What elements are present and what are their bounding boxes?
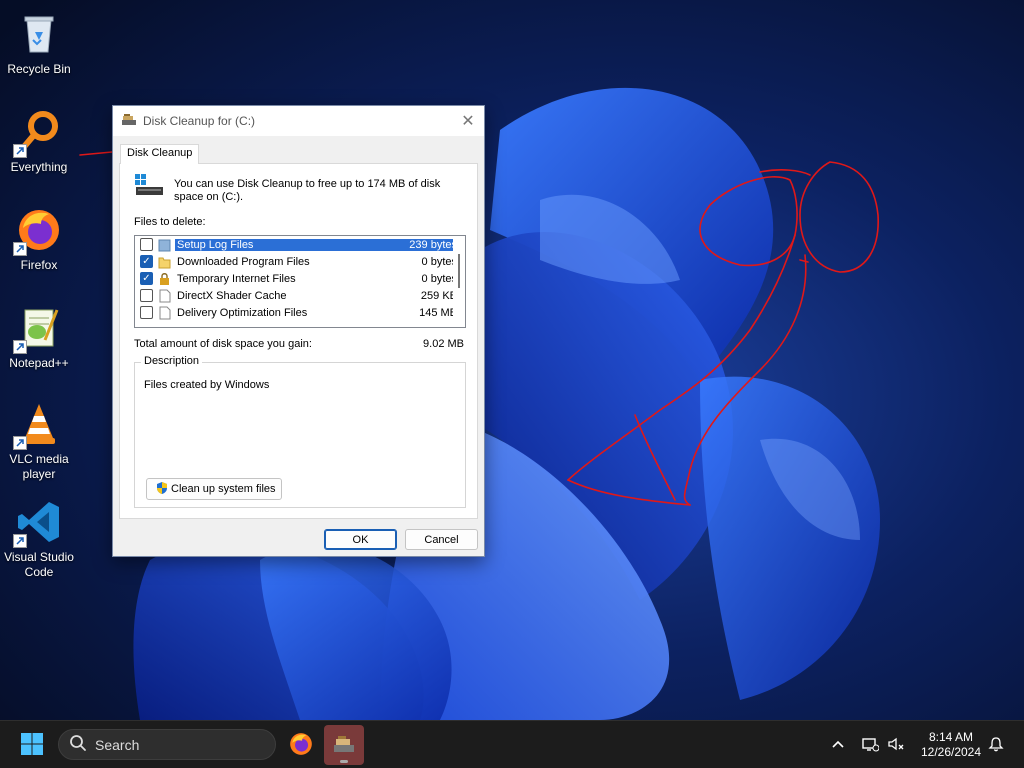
everything-search-icon [13, 108, 63, 158]
dialog-title: Disk Cleanup for (C:) [143, 114, 256, 128]
close-icon: ✕ [461, 113, 475, 130]
desktop-icon-label: VLC media player [9, 452, 69, 481]
file-name: Downloaded Program Files [177, 255, 310, 268]
file-name: Setup Log Files [175, 238, 397, 251]
description-group: Description Files created by Windows Cle… [134, 355, 466, 508]
uac-shield-icon [155, 481, 169, 498]
tab-panel: You can use Disk Cleanup to free up to 1… [119, 163, 478, 519]
taskbar-clock[interactable]: 8:14 AM 12/26/2024 [916, 730, 986, 760]
files-to-delete-label: Files to delete: [134, 216, 206, 228]
search-icon [69, 734, 87, 755]
firefox-icon [13, 206, 63, 256]
checkbox[interactable] [140, 238, 153, 251]
drive-icon [134, 172, 164, 201]
file-size: 0 bytes [421, 272, 457, 285]
speaker-muted-icon [887, 736, 905, 755]
desktop-icon-vlc[interactable]: VLC media player [2, 396, 76, 486]
file-name: DirectX Shader Cache [177, 289, 287, 302]
notepadpp-icon [13, 304, 63, 354]
close-button[interactable]: ✕ [452, 106, 484, 136]
file-row-temporary-internet-files[interactable]: ✓ Temporary Internet Files 0 bytes [135, 270, 465, 287]
desktop-icon-vscode[interactable]: Visual Studio Code [2, 494, 76, 584]
file-name: Temporary Internet Files [177, 272, 296, 285]
desktop-icon-label: Visual Studio Code [4, 550, 74, 579]
bell-icon [988, 736, 1004, 755]
clock-time: 8:14 AM [928, 730, 974, 744]
file-row-delivery-optimization-files[interactable]: Delivery Optimization Files 145 MB [135, 304, 465, 321]
shortcut-arrow-icon [13, 340, 27, 354]
vlc-icon [13, 400, 63, 450]
file-name: Delivery Optimization Files [177, 306, 308, 319]
file-row-directx-shader-cache[interactable]: DirectX Shader Cache 259 KB [135, 287, 465, 304]
total-space-value: 9.02 MB [423, 338, 464, 350]
taskbar-firefox[interactable] [281, 725, 321, 765]
taskbar-search-box[interactable]: Search [58, 729, 276, 760]
file-size: 145 MB [419, 306, 457, 319]
folder-icon [158, 238, 171, 252]
file-size: 0 bytes [421, 255, 457, 268]
cancel-button[interactable]: Cancel [405, 529, 478, 550]
checkbox[interactable] [140, 289, 153, 302]
description-label: Description [141, 355, 203, 367]
chevron-up-icon [831, 739, 845, 752]
document-icon [158, 289, 171, 303]
windows-logo-icon [20, 732, 44, 759]
desktop-icon-recycle-bin[interactable]: Recycle Bin [2, 6, 76, 96]
intro-row: You can use Disk Cleanup to free up to 1… [134, 172, 459, 204]
taskbar-disk-cleanup[interactable] [324, 725, 364, 765]
network-status-button[interactable] [860, 735, 880, 755]
checkbox[interactable]: ✓ [140, 272, 153, 285]
tab-disk-cleanup[interactable]: Disk Cleanup [120, 144, 200, 164]
disk-cleanup-icon [332, 733, 356, 758]
recycle-bin-icon [15, 10, 63, 58]
desktop-icon-firefox[interactable]: Firefox [2, 202, 76, 292]
dialog-titlebar[interactable]: Disk Cleanup for (C:) ✕ [113, 106, 484, 136]
show-hidden-icons-button[interactable] [828, 735, 848, 755]
tab-strip: Disk Cleanup [113, 136, 484, 164]
clean-up-system-files-label: Clean up system files [171, 483, 276, 495]
desktop-icon-notepadpp[interactable]: Notepad++ [2, 300, 76, 390]
total-space-row: Total amount of disk space you gain: 9.0… [134, 338, 464, 350]
network-icon [861, 736, 880, 755]
ok-button[interactable]: OK [324, 529, 397, 550]
document-icon [158, 306, 171, 320]
volume-button[interactable] [886, 735, 906, 755]
file-size: 239 bytes [397, 238, 457, 251]
file-row-downloaded-program-files[interactable]: ✓ Downloaded Program Files 0 bytes [135, 253, 465, 270]
search-label: Search [95, 736, 140, 753]
shortcut-arrow-icon [13, 242, 27, 256]
vscode-icon [13, 498, 63, 548]
notifications-button[interactable] [986, 735, 1006, 755]
shortcut-arrow-icon [13, 534, 27, 548]
desktop-icon-everything[interactable]: Everything [2, 104, 76, 194]
disk-cleanup-icon [121, 113, 137, 130]
description-text: Files created by Windows [144, 379, 270, 391]
firefox-icon [288, 731, 314, 760]
total-space-label: Total amount of disk space you gain: [134, 338, 312, 350]
active-indicator [340, 760, 348, 763]
lock-icon [158, 272, 171, 286]
folder-icon [158, 255, 171, 269]
shortcut-arrow-icon [13, 144, 27, 158]
list-scrollbar[interactable] [453, 236, 465, 327]
clock-date: 12/26/2024 [920, 745, 982, 759]
scrollbar-thumb[interactable] [458, 254, 460, 288]
desktop-icon-label: Notepad++ [9, 356, 69, 370]
shortcut-arrow-icon [13, 436, 27, 450]
file-row-setup-log-files[interactable]: Setup Log Files 239 bytes [135, 236, 465, 253]
desktop-icon-label: Recycle Bin [7, 62, 71, 76]
start-button[interactable] [12, 729, 52, 761]
checkbox[interactable] [140, 306, 153, 319]
intro-text: You can use Disk Cleanup to free up to 1… [174, 178, 441, 203]
checkbox[interactable]: ✓ [140, 255, 153, 268]
files-to-delete-list[interactable]: Setup Log Files 239 bytes ✓ Downloaded P… [134, 235, 466, 328]
file-size: 259 KB [420, 289, 457, 302]
disk-cleanup-dialog: Disk Cleanup for (C:) ✕ Disk Cleanup You… [112, 105, 485, 557]
desktop-icon-label: Everything [10, 160, 68, 174]
clean-up-system-files-button[interactable]: Clean up system files [146, 478, 282, 500]
desktop-icon-label: Firefox [20, 258, 58, 272]
taskbar: Search 8:14 AM 12/26/2024 [0, 720, 1024, 768]
